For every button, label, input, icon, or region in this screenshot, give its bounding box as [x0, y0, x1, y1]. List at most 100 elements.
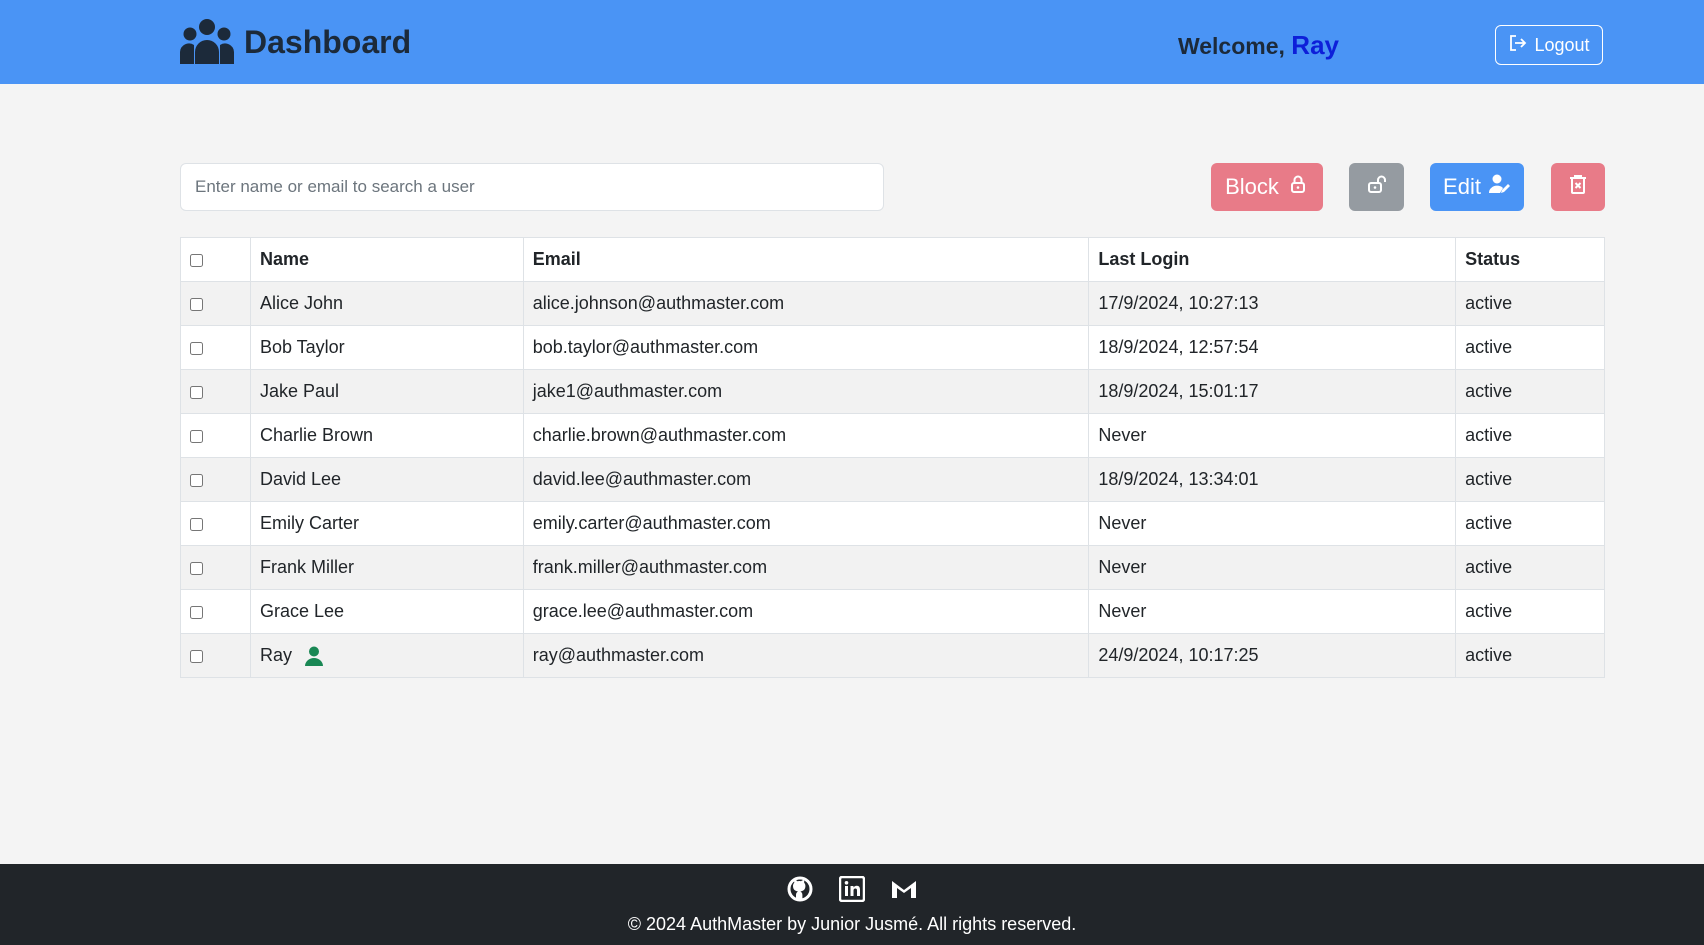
table-row[interactable]: Jake Paul jake1@authmaster.com 18/9/2024…: [180, 369, 1605, 414]
welcome-text: Welcome, Ray: [1178, 30, 1339, 61]
search-input[interactable]: [180, 163, 884, 211]
user-status: active: [1455, 457, 1605, 502]
brand: Dashboard: [180, 17, 411, 67]
github-icon[interactable]: [787, 876, 813, 902]
user-name: Charlie Brown: [249, 413, 524, 458]
user-email: alice.johnson@authmaster.com: [522, 281, 1090, 326]
user-email: jake1@authmaster.com: [522, 369, 1090, 414]
linkedin-icon[interactable]: [838, 875, 866, 903]
user-status: active: [1455, 633, 1605, 678]
row-checkbox[interactable]: [190, 385, 203, 399]
user-last-login: Never: [1088, 545, 1457, 590]
row-checkbox[interactable]: [190, 649, 203, 663]
user-email: emily.carter@authmaster.com: [522, 501, 1090, 546]
user-email: david.lee@authmaster.com: [522, 457, 1090, 502]
table-row[interactable]: Alice John alice.johnson@authmaster.com …: [180, 281, 1605, 326]
navbar: Dashboard Welcome, Ray Logout: [0, 0, 1704, 84]
user-name: Grace Lee: [249, 589, 524, 634]
user-last-login: 24/9/2024, 10:17:25: [1088, 633, 1457, 678]
row-select-cell: [180, 545, 251, 590]
select-all-checkbox[interactable]: [190, 253, 203, 267]
gmail-icon[interactable]: [891, 876, 917, 902]
user-status: active: [1455, 545, 1605, 590]
row-select-cell: [180, 633, 251, 678]
user-last-login: Never: [1088, 413, 1457, 458]
table-row[interactable]: Grace Lee grace.lee@authmaster.com Never…: [180, 589, 1605, 634]
user-status: active: [1455, 281, 1605, 326]
users-table: Name Email Last Login Status Alice John …: [180, 237, 1605, 678]
user-last-login: Never: [1088, 589, 1457, 634]
delete-button[interactable]: [1551, 163, 1605, 211]
block-button[interactable]: Block: [1211, 163, 1323, 211]
table-row[interactable]: Ray ray@authmaster.com 24/9/2024, 10:17:…: [180, 633, 1605, 678]
user-status: active: [1455, 413, 1605, 458]
copyright-text: © 2024 AuthMaster by Junior Jusmé. All r…: [627, 914, 1077, 934]
table-row[interactable]: Frank Miller frank.miller@authmaster.com…: [180, 545, 1605, 590]
user-email: ray@authmaster.com: [522, 633, 1090, 678]
row-checkbox[interactable]: [190, 297, 203, 311]
user-status: active: [1455, 589, 1605, 634]
user-last-login: 17/9/2024, 10:27:13: [1088, 281, 1457, 326]
users-table-wrapper: Name Email Last Login Status Alice John …: [180, 237, 1605, 678]
user-name: Ray: [259, 644, 292, 665]
row-checkbox[interactable]: [190, 341, 203, 355]
table-row[interactable]: David Lee david.lee@authmaster.com 18/9/…: [180, 457, 1605, 502]
user-status: active: [1455, 325, 1605, 370]
current-user-name: Ray: [1291, 30, 1339, 60]
user-status: active: [1455, 501, 1605, 546]
user-name: Frank Miller: [249, 545, 524, 590]
social-links: [0, 875, 1704, 903]
last-login-header[interactable]: Last Login: [1088, 237, 1457, 282]
user-status: active: [1455, 369, 1605, 414]
current-user-icon: [304, 646, 323, 667]
trash-icon: [1567, 173, 1589, 201]
row-select-cell: [180, 413, 251, 458]
name-header[interactable]: Name: [249, 237, 524, 282]
page: Dashboard Welcome, Ray Logout Block: [0, 0, 1704, 945]
block-label: Block: [1225, 174, 1279, 199]
lock-icon: [1287, 173, 1309, 201]
select-all-cell: [180, 237, 251, 282]
user-last-login: 18/9/2024, 15:01:17: [1088, 369, 1457, 414]
row-checkbox[interactable]: [190, 473, 203, 487]
row-select-cell: [180, 457, 251, 502]
user-name: Jake Paul: [249, 369, 524, 414]
row-select-cell: [180, 589, 251, 634]
table-row[interactable]: Charlie Brown charlie.brown@authmaster.c…: [180, 413, 1605, 458]
user-name: Emily Carter: [249, 501, 524, 546]
row-select-cell: [180, 369, 251, 414]
unlock-icon: [1366, 173, 1388, 201]
user-edit-icon: [1488, 173, 1511, 201]
row-checkbox[interactable]: [190, 517, 203, 531]
status-header[interactable]: Status: [1455, 237, 1605, 282]
table-header-row: Name Email Last Login Status: [180, 237, 1605, 282]
table-row[interactable]: Bob Taylor bob.taylor@authmaster.com 18/…: [180, 325, 1605, 370]
edit-label: Edit: [1443, 174, 1481, 199]
edit-button[interactable]: Edit: [1430, 163, 1524, 211]
user-last-login: 18/9/2024, 13:34:01: [1088, 457, 1457, 502]
logout-button[interactable]: Logout: [1495, 25, 1603, 65]
row-checkbox[interactable]: [190, 561, 203, 575]
user-email: grace.lee@authmaster.com: [522, 589, 1090, 634]
unblock-button[interactable]: [1349, 163, 1404, 211]
user-name-cell: Ray: [249, 633, 524, 678]
user-name: David Lee: [249, 457, 524, 502]
row-checkbox[interactable]: [190, 605, 203, 619]
footer: © 2024 AuthMaster by Junior Jusmé. All r…: [0, 864, 1704, 945]
row-select-cell: [180, 281, 251, 326]
email-header[interactable]: Email: [522, 237, 1090, 282]
welcome-label: Welcome,: [1177, 33, 1285, 59]
row-select-cell: [180, 325, 251, 370]
user-email: bob.taylor@authmaster.com: [522, 325, 1090, 370]
page-title: Dashboard: [244, 23, 412, 60]
logout-label: Logout: [1534, 34, 1590, 55]
user-last-login: 18/9/2024, 12:57:54: [1088, 325, 1457, 370]
users-icon: [180, 18, 234, 66]
row-select-cell: [180, 501, 251, 546]
user-name: Alice John: [249, 281, 524, 326]
user-last-login: Never: [1088, 501, 1457, 546]
user-name: Bob Taylor: [249, 325, 524, 370]
user-email: frank.miller@authmaster.com: [522, 545, 1090, 590]
row-checkbox[interactable]: [190, 429, 203, 443]
table-row[interactable]: Emily Carter emily.carter@authmaster.com…: [180, 501, 1605, 546]
